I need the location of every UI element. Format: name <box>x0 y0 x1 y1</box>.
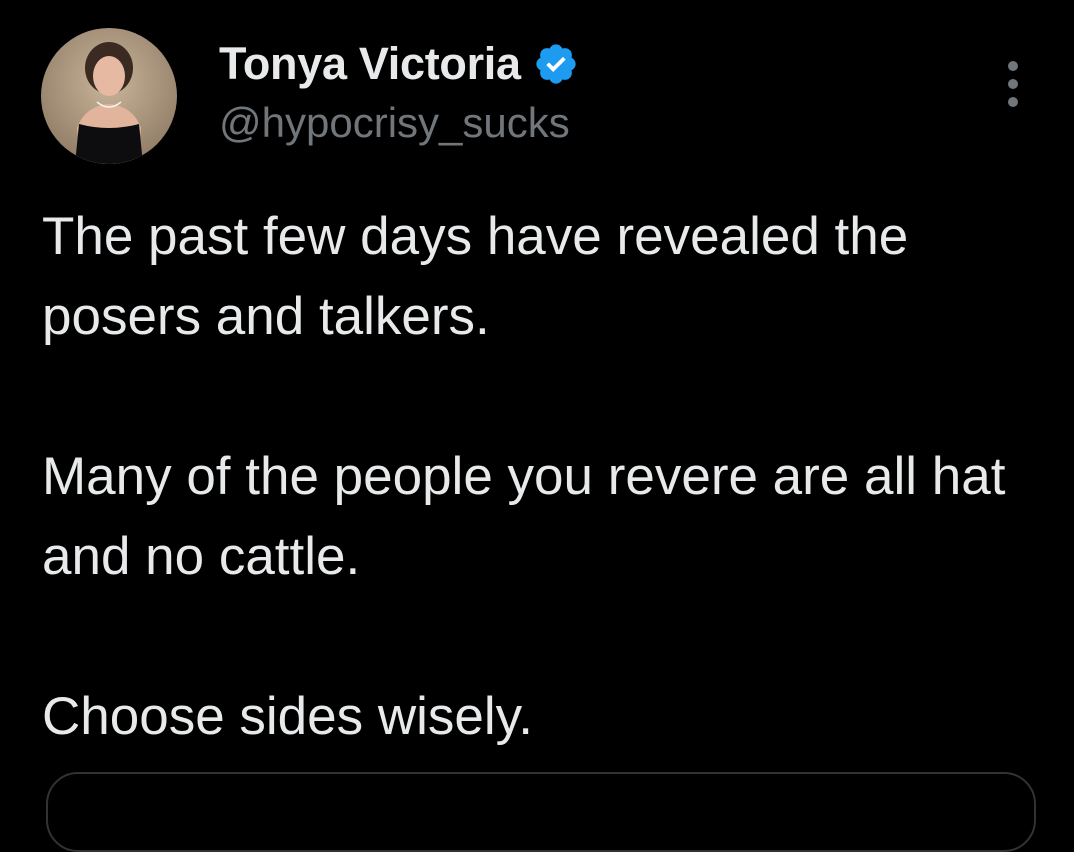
verified-badge-icon[interactable] <box>533 41 579 87</box>
tweet-text: The past few days have revealed the pose… <box>42 197 1042 757</box>
more-options-icon[interactable] <box>996 56 1030 112</box>
tweet: Tonya Victoria @hypocrisy_sucks The past… <box>0 0 1074 852</box>
author-handle[interactable]: @hypocrisy_sucks <box>219 97 570 149</box>
tweet-paragraph: Choose sides wisely. <box>42 687 533 746</box>
avatar[interactable] <box>41 28 177 164</box>
profile-photo-icon <box>41 28 177 164</box>
author-display-name[interactable]: Tonya Victoria <box>219 38 521 90</box>
tweet-paragraph: The past few days have revealed the pose… <box>42 207 909 346</box>
embedded-card[interactable] <box>46 772 1036 852</box>
tweet-paragraph: Many of the people you revere are all ha… <box>42 447 1006 586</box>
author-name-row[interactable]: Tonya Victoria <box>219 38 579 90</box>
